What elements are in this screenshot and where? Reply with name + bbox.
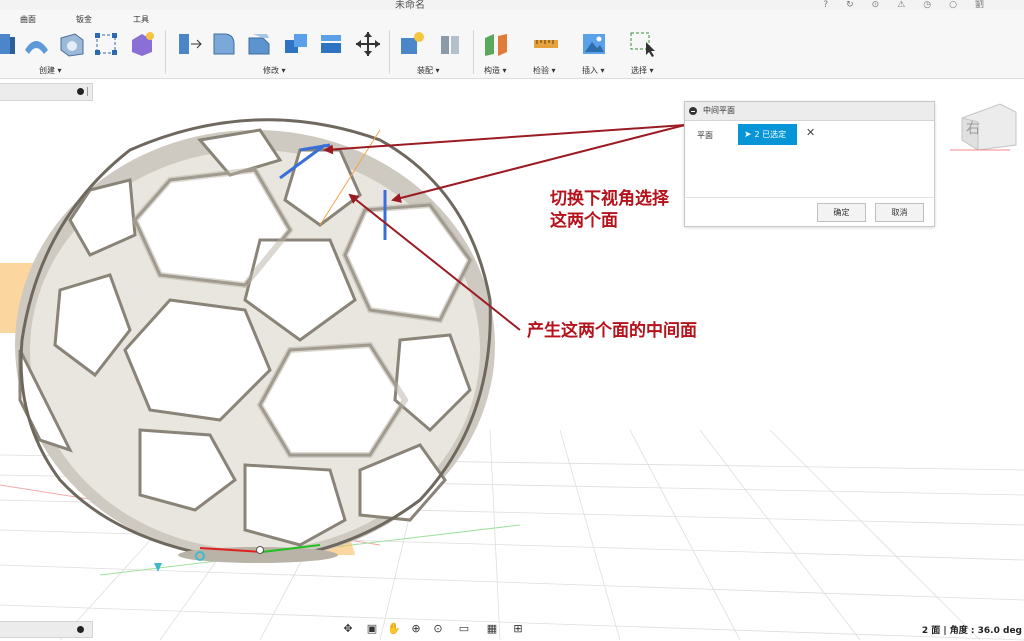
shell-icon[interactable]	[57, 30, 85, 58]
pan-icon[interactable]: ✋	[386, 621, 402, 637]
truncated-icosahedron-frame	[15, 118, 495, 572]
form-icon[interactable]	[128, 30, 156, 58]
refresh-icon[interactable]: ↻	[846, 0, 854, 10]
comments-panel-header[interactable]	[0, 621, 93, 638]
expand-icon[interactable]	[77, 626, 84, 633]
chamfer-icon[interactable]	[245, 30, 273, 58]
annotation-line-2: 这两个面	[550, 211, 618, 231]
circle-icon[interactable]: ○	[949, 0, 957, 10]
group-construct[interactable]: 构造 ▾	[484, 65, 507, 76]
dialog-title: 中间平面	[703, 106, 735, 115]
display-settings-icon[interactable]: ▭	[456, 621, 472, 637]
zoom-icon[interactable]: ⊕	[408, 621, 424, 637]
insert-image-icon[interactable]	[580, 30, 608, 58]
measure-icon[interactable]	[532, 30, 560, 58]
zoom-window-icon[interactable]: ⊙	[430, 621, 446, 637]
annotation-line-1: 切换下视角选择	[550, 189, 669, 209]
offset-face-icon[interactable]	[318, 30, 346, 58]
status-readout: 2 面 | 角度 : 36.0 deg	[921, 626, 1022, 636]
clock-icon[interactable]: ◷	[923, 0, 931, 10]
grid-settings-icon[interactable]: ▦	[484, 621, 500, 637]
help-icon[interactable]: ?	[823, 0, 828, 10]
ok-button[interactable]: 确定	[817, 203, 866, 222]
ribbon-toolbar: 曲面 钣金 工具 创建 ▾ 修改 ▾ 装配 ▾ 构造 ▾ 检验 ▾ 插入 ▾ 选…	[0, 10, 1024, 79]
viewports-icon[interactable]: ⊞	[510, 621, 526, 637]
group-create[interactable]: 创建 ▾	[39, 65, 62, 76]
collapse-icon[interactable]	[689, 107, 697, 115]
group-select[interactable]: 选择 ▾	[631, 65, 654, 76]
joint-icon[interactable]	[436, 30, 464, 58]
3d-viewport[interactable]	[0, 0, 1024, 641]
window-controls: ? ↻ ⊙ ⚠ ◷ ○ 劉	[823, 0, 1024, 10]
view-cube	[950, 103, 1017, 151]
midplane-dialog: 中间平面 平面 ➤ 2 已选定 ✕ 确定 取消	[684, 101, 935, 227]
user-name[interactable]: 劉	[975, 0, 984, 10]
extrude-icon[interactable]	[0, 30, 20, 58]
selection-count: 2 已选定	[754, 130, 787, 139]
navigation-bar: ✥ ▣ ✋ ⊕ ⊙ ▭ ▦ ⊞	[338, 619, 538, 639]
browser-panel-header[interactable]	[0, 83, 93, 101]
patch-icon[interactable]	[22, 30, 50, 58]
midplane-icon[interactable]	[482, 30, 510, 58]
arrow-to-dialog-upper	[323, 124, 686, 155]
group-inspect[interactable]: 检验 ▾	[533, 65, 556, 76]
group-assemble[interactable]: 装配 ▾	[417, 65, 440, 76]
move-icon[interactable]	[354, 30, 382, 58]
plane-selection-button[interactable]: ➤ 2 已选定	[738, 124, 797, 145]
group-modify[interactable]: 修改 ▾	[263, 65, 286, 76]
combine-icon[interactable]	[282, 30, 310, 58]
drag-handle-icon[interactable]	[87, 87, 90, 96]
press-pull-icon[interactable]	[175, 30, 203, 58]
tab-surface[interactable]: 曲面	[20, 14, 36, 25]
cursor-icon: ➤	[744, 129, 752, 140]
tab-tools[interactable]: 工具	[133, 14, 149, 25]
target-icon[interactable]: ⊙	[872, 0, 880, 10]
look-at-icon[interactable]: ▣	[364, 621, 380, 637]
plane-field-label: 平面	[697, 131, 713, 140]
select-icon[interactable]	[628, 30, 656, 58]
collapse-icon[interactable]	[77, 88, 84, 95]
title-strip: 未命名 ? ↻ ⊙ ⚠ ◷ ○ 劉	[0, 0, 1024, 11]
viewcube-face-label[interactable]: 右	[966, 118, 980, 138]
clear-selection-icon[interactable]: ✕	[806, 126, 815, 139]
group-insert[interactable]: 插入 ▾	[582, 65, 605, 76]
annotation-select-faces: 切换下视角选择 这两个面	[550, 188, 669, 232]
fillet-icon[interactable]	[210, 30, 238, 58]
alert-icon[interactable]: ⚠	[897, 0, 905, 10]
sketch-points-icon[interactable]	[92, 30, 120, 58]
dialog-footer: 确定 取消	[685, 197, 934, 226]
annotation-midplane: 产生这两个面的中间面	[527, 321, 697, 341]
dialog-header: 中间平面	[685, 102, 934, 121]
new-component-icon[interactable]	[398, 30, 426, 58]
orbit-icon[interactable]: ✥	[340, 621, 356, 637]
tab-sheet-metal[interactable]: 钣金	[76, 14, 92, 25]
cancel-button[interactable]: 取消	[875, 203, 924, 222]
